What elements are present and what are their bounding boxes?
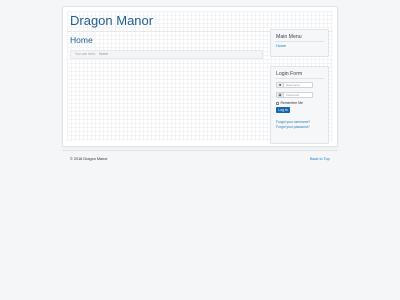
user-icon: ■: [277, 83, 284, 87]
remember-me-label: Remember Me: [280, 101, 303, 105]
username-input[interactable]: [284, 83, 312, 87]
back-to-top-link[interactable]: Back to Top: [310, 157, 330, 161]
main-menu-panel: Main Menu Home: [270, 29, 329, 57]
menu-item-home[interactable]: Home: [276, 44, 286, 48]
main-menu-divider: [275, 41, 324, 42]
site-title[interactable]: Dragon Manor: [70, 13, 153, 28]
login-form-title: Login Form: [276, 71, 303, 77]
main-container: Dragon Manor Home You are here: Home Mai…: [62, 6, 338, 147]
breadcrumb-prefix: You are here:: [75, 52, 96, 56]
breadcrumb: You are here: Home: [70, 50, 263, 59]
password-input[interactable]: [284, 93, 312, 97]
remember-me-checkbox[interactable]: [276, 101, 279, 105]
username-field: ■: [276, 82, 313, 88]
footer-divider: [62, 150, 338, 151]
main-menu-title: Main Menu: [276, 34, 302, 40]
page-title: Home: [70, 35, 93, 45]
password-field: ▣: [276, 92, 313, 98]
lock-icon: ▣: [277, 93, 284, 97]
copyright-text: © 2018 Dragon Manor: [70, 157, 108, 161]
login-button[interactable]: Log in: [276, 107, 290, 113]
login-form-divider: [275, 78, 324, 79]
forgot-password-link[interactable]: Forgot your password?: [276, 125, 310, 129]
breadcrumb-current: Home: [98, 52, 109, 56]
forgot-username-link[interactable]: Forgot your username?: [276, 120, 310, 124]
remember-me[interactable]: Remember Me: [276, 101, 303, 105]
login-form-panel: Login Form ■ ▣ Remember Me Log in Forgot…: [270, 66, 329, 144]
